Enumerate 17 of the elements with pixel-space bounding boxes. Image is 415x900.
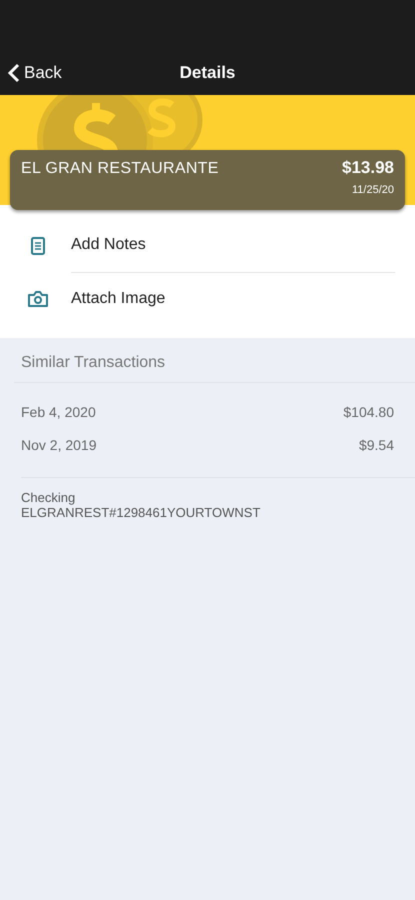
transaction-date: 11/25/20 (350, 184, 394, 198)
transaction-description: ELGRANREST#1298461YOURTOWNST (21, 505, 262, 520)
section-title: Similar Transactions (14, 338, 415, 383)
transaction-date: Nov 2, 2019 (21, 436, 96, 452)
transaction-amount: $9.54 (358, 436, 394, 452)
document-icon (31, 236, 45, 254)
transaction-date: Feb 4, 2020 (21, 404, 96, 420)
action-item[interactable]: Attach Image (0, 272, 415, 325)
back-button[interactable]: Back (0, 62, 62, 82)
transaction-amount: $104.80 (343, 404, 394, 420)
amount: $13.98 (342, 158, 394, 179)
account-name: Checking (21, 490, 76, 505)
action-item[interactable]: Add Notes (0, 219, 415, 272)
merchant-name: EL GRAN RESTAURANTE (21, 159, 220, 178)
screen-title: Details (180, 62, 236, 82)
camera-icon (27, 290, 49, 308)
chevron-left-icon (8, 62, 20, 82)
